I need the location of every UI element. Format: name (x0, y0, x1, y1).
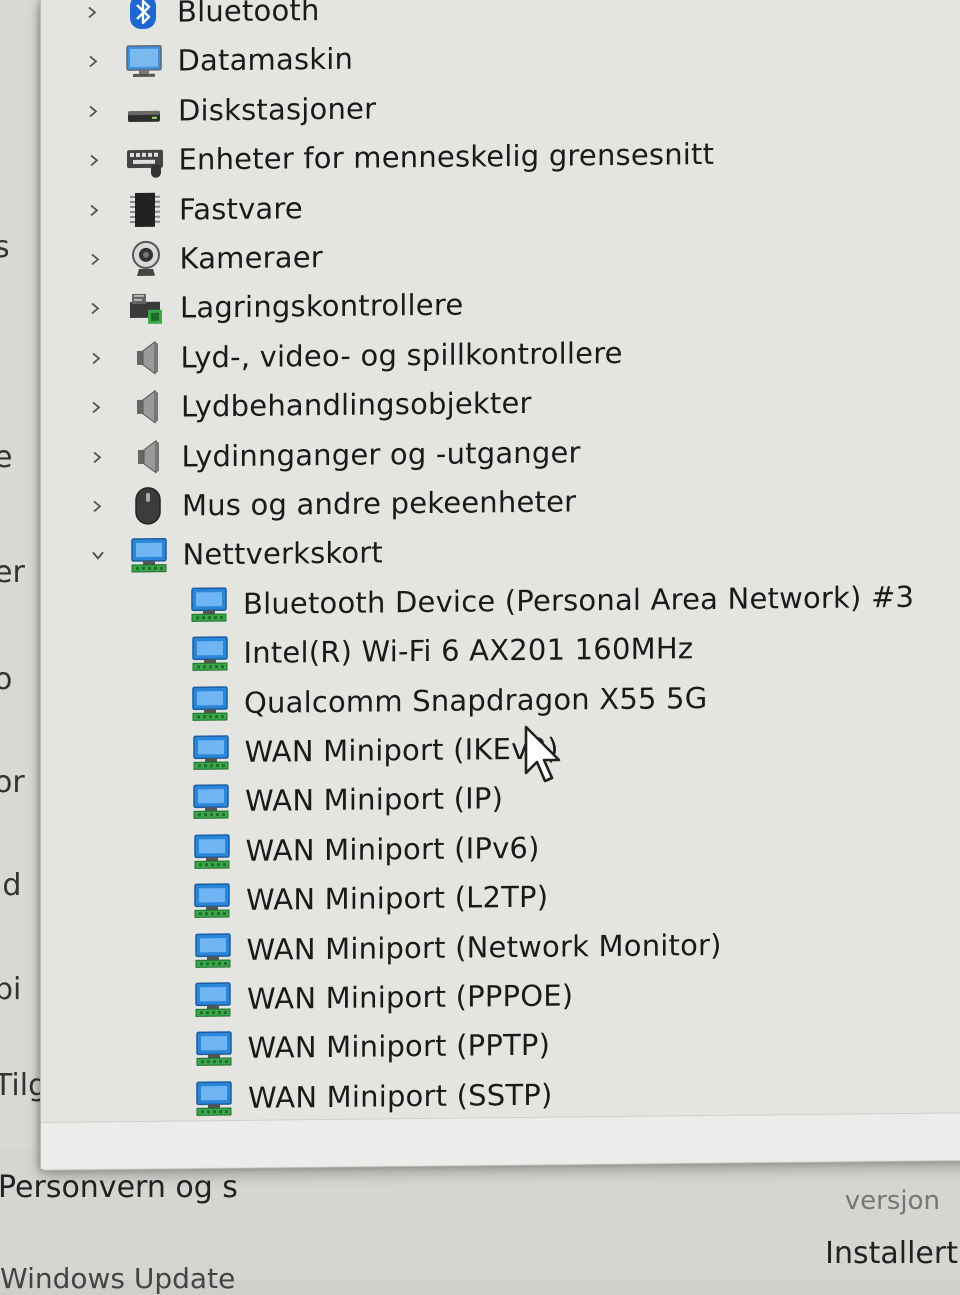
hid-icon (123, 138, 167, 182)
tree-device-item[interactable]: Intel(R) Wi-Fi 6 AX201 160MHz (188, 625, 694, 676)
tree-category[interactable]: Diskstasjoner (82, 85, 376, 134)
background-text-fragment: or (0, 765, 25, 800)
chevron-right-icon[interactable] (84, 294, 106, 324)
tree-device-item[interactable]: WAN Miniport (IKEv2) (189, 726, 559, 776)
chevron-right-icon[interactable] (84, 244, 106, 274)
chevron-right-icon[interactable] (83, 146, 105, 176)
tree-item-label: Nettverkskort (182, 535, 384, 572)
tree-item-label: Lyd-, video- og spillkontrollere (180, 335, 623, 375)
tree-device-item[interactable]: WAN Miniport (IP) (189, 776, 503, 825)
network-adapter-icon (187, 582, 231, 626)
tree-item-label: Lagringskontrollere (180, 287, 464, 325)
tree-category[interactable]: Fastvare (83, 185, 303, 233)
tree-item-label: WAN Miniport (L2TP) (246, 879, 549, 918)
privacy-settings-link[interactable]: Personvern og s (0, 1170, 238, 1205)
network-adapter-icon (191, 977, 235, 1021)
firmware-chip-icon (123, 187, 167, 231)
network-adapter-icon (191, 928, 235, 972)
tree-item-label: WAN Miniport (SSTP) (248, 1077, 553, 1115)
tree-item-label: Mus og andre pekeenheter (182, 484, 577, 523)
tree-category[interactable]: Enheter for menneskelig grensesnitt (83, 131, 715, 184)
webcam-icon (124, 237, 168, 281)
tree-item-label: Bluetooth Device (Personal Area Network)… (243, 579, 915, 621)
background-text-fragment: e (0, 440, 13, 475)
tree-item-label: Lydinnganger og -utganger (181, 434, 581, 474)
tree-category[interactable]: Lyd-, video- og spillkontrollere (85, 330, 623, 382)
tree-item-label: Lydbehandlingsobjekter (181, 386, 532, 424)
bluetooth-icon (121, 0, 165, 34)
tree-item-label: Kameraer (179, 240, 323, 276)
tree-category[interactable]: Mus og andre pekeenheter (86, 478, 576, 529)
tree-item-label: WAN Miniport (IPv6) (245, 830, 540, 868)
tree-item-label: Fastvare (179, 190, 303, 227)
chevron-right-icon[interactable] (83, 195, 105, 225)
disk-drive-icon (122, 88, 166, 132)
tree-category[interactable]: Nettverkskort (87, 530, 384, 579)
network-adapter-icon (188, 631, 232, 675)
tree-category[interactable]: Lagringskontrollere (84, 282, 463, 332)
tree-device-item[interactable]: WAN Miniport (IPv6) (190, 825, 540, 875)
tree-item-label: WAN Miniport (IKEv2) (244, 731, 559, 769)
network-adapter-icon (192, 1026, 236, 1070)
network-adapter-icon (188, 681, 232, 725)
tree-item-label: Bluetooth (177, 0, 320, 29)
installed-label: Installert (825, 1236, 958, 1271)
tree-category[interactable]: Bluetooth (81, 0, 320, 36)
background-text-fragment: s (0, 230, 10, 265)
network-adapter-icon (190, 878, 234, 922)
tree-device-item[interactable]: WAN Miniport (Network Monitor) (191, 921, 722, 973)
tree-item-label: Datamaskin (177, 42, 354, 78)
network-adapter-icon (190, 829, 234, 873)
tree-device-item[interactable]: WAN Miniport (PPPOE) (191, 972, 573, 1022)
tree-device-item[interactable]: Qualcomm Snapdragon X55 5G (188, 675, 707, 726)
windows-update-link[interactable]: Windows Update (0, 1262, 235, 1295)
version-label: versjon (844, 1186, 940, 1216)
background-text-fragment: J (0, 340, 3, 375)
tree-device-item[interactable]: WAN Miniport (L2TP) (190, 874, 548, 924)
horizontal-scrollbar[interactable] (41, 1112, 960, 1169)
tree-item-label: Enheter for menneskelig grensesnitt (178, 137, 715, 177)
tree-item-label: Intel(R) Wi-Fi 6 AX201 160MHz (243, 631, 694, 671)
chevron-right-icon[interactable] (82, 96, 104, 126)
chevron-right-icon[interactable] (85, 392, 107, 422)
network-adapter-icon (127, 533, 171, 577)
tree-device-item[interactable]: WAN Miniport (PPTP) (192, 1022, 551, 1072)
tree-item-label: WAN Miniport (Network Monitor) (246, 927, 722, 967)
chevron-right-icon[interactable] (82, 47, 104, 77)
chevron-down-icon[interactable] (87, 541, 109, 571)
background-text-fragment: pi (0, 972, 22, 1007)
tree-device-item[interactable]: Bluetooth Device (Personal Area Network)… (187, 574, 914, 628)
background-text-fragment: o (0, 662, 13, 697)
chevron-right-icon[interactable] (86, 491, 108, 521)
background-text-fragment: er (0, 555, 25, 590)
monitor-icon (122, 39, 166, 83)
device-tree[interactable]: Bluetooth Datamaskin Diskstasjoner Enheter … (41, 0, 960, 1120)
mouse-cursor-icon (524, 725, 561, 783)
tree-item-label: WAN Miniport (IP) (245, 781, 504, 819)
chevron-right-icon[interactable] (85, 343, 107, 373)
tree-item-label: Diskstasjoner (178, 91, 377, 128)
network-adapter-icon (189, 779, 233, 823)
chevron-right-icon[interactable] (81, 0, 103, 28)
tree-category[interactable]: Datamaskin (82, 36, 354, 85)
speaker-icon (126, 434, 170, 478)
tree-category[interactable]: Kameraer (84, 234, 323, 283)
speaker-icon (125, 385, 169, 429)
network-adapter-icon (189, 730, 233, 774)
tree-item-label: WAN Miniport (PPTP) (247, 1028, 551, 1066)
chevron-right-icon[interactable] (86, 442, 108, 472)
speaker-icon (125, 335, 169, 379)
storage-controller-icon (124, 286, 168, 330)
device-manager-window: Bluetooth Datamaskin Diskstasjoner Enheter … (40, 0, 960, 1171)
tree-category[interactable]: Lydbehandlingsobjekter (85, 380, 532, 431)
network-adapter-icon (192, 1076, 236, 1120)
tree-item-label: WAN Miniport (PPPOE) (247, 978, 574, 1016)
tree-category[interactable]: Lydinnganger og -utganger (86, 429, 581, 480)
background-text-fragment: id (0, 868, 22, 903)
tree-device-item[interactable]: WAN Miniport (SSTP) (192, 1071, 552, 1120)
tree-item-label: Qualcomm Snapdragon X55 5G (244, 680, 708, 720)
mouse-icon (126, 484, 170, 528)
